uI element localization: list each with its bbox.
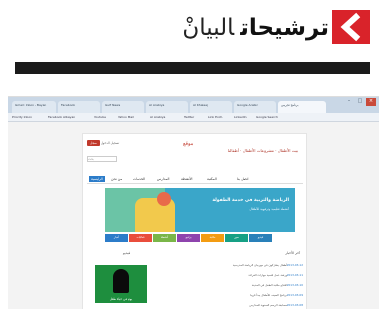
news-text[interactable]: ورشة عمل لتنمية مهارات القراءة bbox=[248, 273, 287, 277]
news-date: 2013-03-12 bbox=[286, 263, 303, 267]
bookmark-item[interactable]: Facebook Albayan bbox=[48, 115, 75, 119]
maximize-icon[interactable]: □ bbox=[355, 98, 365, 106]
webpage: سجل تسجيل الدخول بحث موقع بيت الأطفال · … bbox=[82, 133, 307, 309]
chevron-left-icon bbox=[332, 10, 370, 44]
news-date: 2013-03-11 bbox=[286, 273, 303, 277]
category-tab[interactable]: فعاليات bbox=[129, 234, 152, 242]
category-tab[interactable]: فيديو bbox=[249, 234, 272, 242]
video-thumbnail[interactable]: يوم في حياة طفل bbox=[95, 265, 147, 303]
news-date: 2013-03-09 bbox=[286, 293, 303, 297]
website-screenshot: Gmail: Inbox - Bayan Facebook Gulf News … bbox=[8, 96, 379, 309]
browser-tab[interactable]: Al Arabiya bbox=[146, 101, 188, 113]
brand-logo-text: البيانْ bbox=[182, 15, 235, 41]
hero-banner[interactable]: الرياضة والتربية في خدمة الطفولة أنشطة ت… bbox=[105, 188, 295, 232]
news-text[interactable]: مسابقة الرسم السنوية للمدارس bbox=[249, 303, 287, 307]
browser-tab[interactable]: Gulf News bbox=[102, 101, 144, 113]
list-item[interactable]: 2013-03-12 أطفال يشاركون في مهرجان الرياض… bbox=[193, 262, 303, 272]
list-item[interactable]: 2013-03-11 ورشة عمل لتنمية مهارات القراءة bbox=[193, 272, 303, 282]
main-nav: اتصل بنا المكتبة الأنشطة المدارس الخدمات… bbox=[87, 176, 303, 184]
nav-item[interactable]: المدارس bbox=[157, 177, 169, 181]
category-tab[interactable]: أخبار bbox=[105, 234, 128, 242]
category-tab[interactable]: برامج bbox=[177, 234, 200, 242]
banner-subtitle: أنشطة تعليمية وترفيهية للأطفال bbox=[249, 207, 289, 211]
banner-image-shape bbox=[157, 192, 171, 206]
bookmark-item[interactable]: Link Exch. bbox=[208, 115, 223, 119]
article-header: ترشيحاتالبيانْ bbox=[0, 0, 387, 62]
site-logo[interactable]: موقع bbox=[183, 141, 209, 151]
news-text[interactable]: افتتاح مكتبة الطفل في المدينة bbox=[252, 283, 287, 287]
list-item[interactable]: 2013-03-08 مسابقة الرسم السنوية للمدارس bbox=[193, 302, 303, 309]
video-section-title: فيديو bbox=[123, 251, 131, 255]
bookmark-item[interactable]: Priority Inbox bbox=[12, 115, 32, 119]
bookmark-item[interactable]: LinkedIn bbox=[234, 115, 247, 119]
nav-item-active[interactable]: الرئيسية bbox=[89, 176, 105, 182]
nav-item[interactable]: الخدمات bbox=[133, 177, 145, 181]
category-tab[interactable]: أنشطة bbox=[153, 234, 176, 242]
login-link[interactable]: تسجيل الدخول bbox=[101, 141, 120, 145]
category-tab[interactable]: مكتبة bbox=[201, 234, 224, 242]
news-section-title: آخر الأخبار bbox=[285, 251, 300, 255]
bookmark-item[interactable]: Al Arabiya bbox=[150, 115, 165, 119]
bookmark-item[interactable]: Twitter bbox=[184, 115, 194, 119]
news-date: 2013-03-10 bbox=[286, 283, 303, 287]
section-title-text: ترشيحات bbox=[240, 15, 329, 41]
search-input[interactable]: بحث bbox=[87, 156, 117, 162]
browser-tab-active[interactable]: برنامج تجريبي bbox=[278, 101, 326, 113]
news-list: 2013-03-12 أطفال يشاركون في مهرجان الرياض… bbox=[193, 262, 303, 309]
section-title: ترشيحاتالبيانْ bbox=[182, 10, 329, 46]
video-caption: يوم في حياة طفل bbox=[109, 297, 133, 301]
site-tagline: بيت الأطفال · مشروعات الأطفال · أطفالنا bbox=[227, 148, 298, 153]
browser-tab-strip: Gmail: Inbox - Bayan Facebook Gulf News … bbox=[8, 97, 379, 113]
login-area: سجل تسجيل الدخول bbox=[87, 140, 127, 150]
close-icon[interactable]: × bbox=[366, 98, 376, 106]
nav-item[interactable]: الأنشطة bbox=[181, 177, 192, 181]
news-text[interactable]: أطفال يشاركون في مهرجان الرياضة المدرسية bbox=[233, 263, 287, 267]
nav-item[interactable]: المكتبة bbox=[207, 177, 217, 181]
nav-item[interactable]: اتصل بنا bbox=[237, 177, 248, 181]
bookmarks-bar: Priority Inbox Facebook Albayan Youtube … bbox=[8, 113, 379, 122]
banner-title: الرياضة والتربية في خدمة الطفولة bbox=[212, 198, 289, 203]
bookmark-item[interactable]: Yahoo Mail bbox=[118, 115, 134, 119]
register-button[interactable]: سجل bbox=[87, 140, 100, 146]
header-divider-bar bbox=[15, 62, 370, 74]
nav-item[interactable]: من نحن bbox=[111, 177, 122, 181]
list-item[interactable]: 2013-03-10 افتتاح مكتبة الطفل في المدينة bbox=[193, 282, 303, 292]
browser-tab[interactable]: Google Arabic bbox=[234, 101, 276, 113]
list-item[interactable]: 2013-03-09 برنامج الصيف للأطفال يبدأ قريب… bbox=[193, 292, 303, 302]
minimize-icon[interactable]: – bbox=[344, 98, 354, 106]
bookmark-item[interactable]: Youtube bbox=[94, 115, 106, 119]
category-tab[interactable]: صور bbox=[225, 234, 248, 242]
category-tabs: أخبار فعاليات أنشطة برامج مكتبة صور فيدي… bbox=[105, 234, 295, 242]
browser-tab[interactable]: Gmail: Inbox - Bayan bbox=[12, 101, 56, 113]
browser-tab[interactable]: Facebook bbox=[58, 101, 100, 113]
news-text[interactable]: برنامج الصيف للأطفال يبدأ قريبا bbox=[250, 293, 287, 297]
person-silhouette bbox=[113, 269, 129, 293]
bookmark-item[interactable]: Google Search bbox=[256, 115, 278, 119]
browser-tab[interactable]: Al Khaleej bbox=[190, 101, 232, 113]
news-date: 2013-03-08 bbox=[286, 303, 303, 307]
